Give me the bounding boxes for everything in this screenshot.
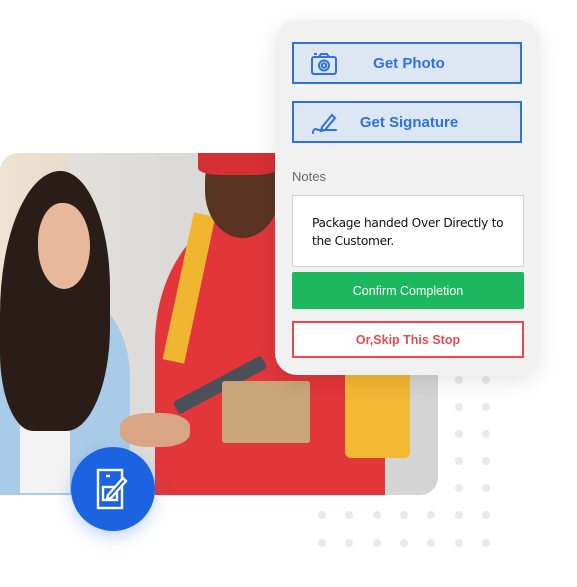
pen-signature-icon bbox=[310, 111, 338, 135]
grid-dot bbox=[482, 457, 490, 465]
camera-icon bbox=[310, 52, 338, 76]
confirm-completion-button[interactable]: Confirm Completion bbox=[292, 272, 524, 309]
grid-dot bbox=[318, 511, 326, 519]
grid-dot bbox=[427, 539, 435, 547]
notes-field[interactable]: Package handed Over Directly to the Cust… bbox=[292, 195, 524, 267]
get-signature-button[interactable]: Get Signature bbox=[292, 101, 522, 143]
package-box bbox=[222, 381, 310, 443]
grid-dot bbox=[373, 511, 381, 519]
grid-dot bbox=[400, 539, 408, 547]
customer-hand bbox=[120, 413, 190, 447]
grid-dot bbox=[455, 376, 463, 384]
grid-dot bbox=[345, 511, 353, 519]
grid-dot bbox=[427, 511, 435, 519]
tablet-pen-icon bbox=[96, 468, 128, 510]
grid-dot bbox=[400, 511, 408, 519]
completion-card: Get Photo Get Signature Notes Package ha… bbox=[275, 20, 540, 375]
grid-dot bbox=[455, 539, 463, 547]
grid-dot bbox=[455, 430, 463, 438]
grid-dot bbox=[482, 511, 490, 519]
grid-dot bbox=[455, 403, 463, 411]
grid-dot bbox=[345, 539, 353, 547]
grid-dot bbox=[482, 430, 490, 438]
signature-badge bbox=[71, 447, 155, 531]
grid-dot bbox=[482, 484, 490, 492]
notes-label: Notes bbox=[292, 169, 326, 184]
delivery-bag bbox=[345, 368, 410, 458]
grid-dot bbox=[455, 457, 463, 465]
grid-dot bbox=[455, 484, 463, 492]
grid-dot bbox=[482, 403, 490, 411]
get-photo-button[interactable]: Get Photo bbox=[292, 42, 522, 84]
grid-dot bbox=[318, 539, 326, 547]
grid-dot bbox=[373, 539, 381, 547]
courier-cap bbox=[198, 153, 278, 175]
grid-dot bbox=[482, 376, 490, 384]
grid-dot bbox=[482, 539, 490, 547]
customer-face bbox=[38, 203, 90, 289]
grid-dot bbox=[455, 511, 463, 519]
skip-stop-button[interactable]: Or,Skip This Stop bbox=[292, 321, 524, 358]
